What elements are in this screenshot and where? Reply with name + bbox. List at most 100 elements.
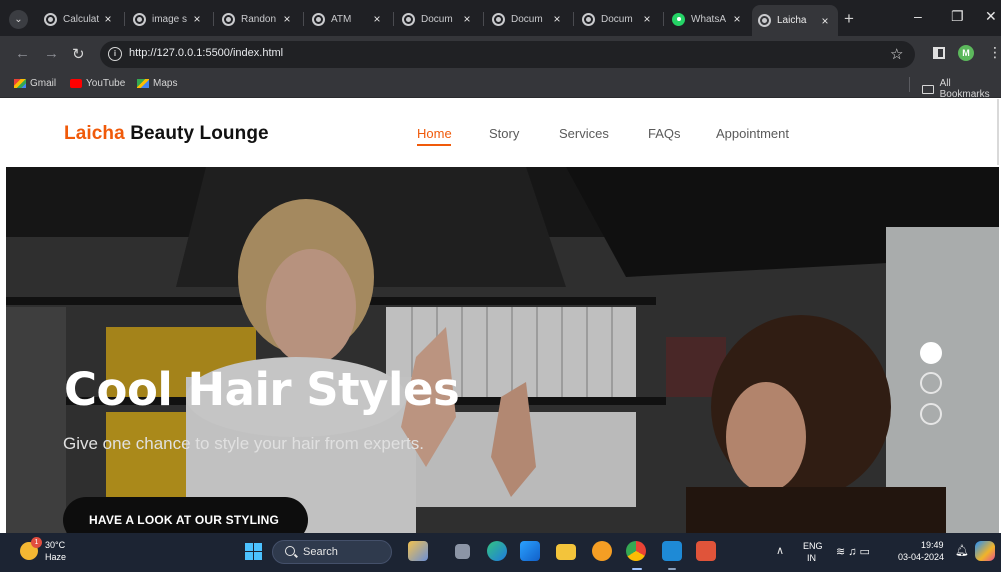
nav-home[interactable]: Home	[417, 126, 452, 141]
tab-title: WhatsA	[691, 13, 727, 25]
close-icon[interactable]: ×	[370, 12, 384, 26]
styling-cta-button[interactable]: HAVE A LOOK AT OUR STYLING	[63, 497, 308, 533]
hero-subtitle: Give one chance to style your hair from …	[63, 434, 424, 453]
nav-appointment[interactable]: Appointment	[716, 126, 789, 141]
chrome-icon[interactable]	[626, 541, 646, 561]
search-icon	[285, 546, 295, 556]
browser-tab[interactable]: ATM ×	[306, 5, 390, 33]
browser-toolbar: ← → ↻ i http://127.0.0.1:5500/index.html…	[0, 36, 1001, 72]
youtube-icon	[70, 79, 82, 88]
hero-slider: Cool Hair Styles Give one chance to styl…	[6, 167, 999, 533]
language-region[interactable]: IN	[807, 553, 816, 563]
bookmark-maps[interactable]: Maps	[137, 78, 177, 89]
restore-button[interactable]: ❐	[951, 8, 964, 25]
language-indicator[interactable]: ENG	[803, 541, 823, 551]
nav-services[interactable]: Services	[559, 126, 609, 141]
browser-tab[interactable]: Randon ×	[216, 5, 300, 33]
url-text[interactable]: http://127.0.0.1:5500/index.html	[129, 47, 283, 59]
browser-tab[interactable]: image s ×	[127, 5, 210, 33]
globe-icon	[222, 12, 235, 26]
globe-icon	[582, 12, 595, 26]
weather-app-icon[interactable]	[592, 541, 612, 561]
all-bookmarks-button[interactable]: All Bookmarks	[922, 78, 1001, 100]
tab-separator	[213, 12, 214, 26]
browser-tab[interactable]: Docum ×	[486, 5, 570, 33]
tab-separator	[663, 12, 664, 26]
bookmark-star-icon[interactable]: ☆	[890, 45, 903, 63]
close-icon[interactable]: ×	[550, 12, 564, 26]
bookmarks-bar: Gmail YouTube Maps All Bookmarks	[0, 72, 1001, 100]
task-view-icon[interactable]	[455, 544, 470, 559]
browser-tab-active[interactable]: Laicha ×	[752, 5, 838, 36]
address-bar[interactable]: i http://127.0.0.1:5500/index.html ☆	[100, 41, 915, 68]
tray-overflow-icon[interactable]: ∧	[776, 544, 784, 557]
gmail-icon	[14, 79, 26, 88]
tab-separator	[393, 12, 394, 26]
close-icon[interactable]: ×	[730, 12, 744, 26]
vscode-running-indicator	[668, 568, 676, 570]
slider-dot-1[interactable]	[920, 342, 942, 364]
site-info-icon[interactable]: i	[108, 47, 122, 61]
people-widget-icon[interactable]	[408, 541, 428, 561]
copilot-icon[interactable]	[975, 541, 995, 561]
site-logo[interactable]: Laicha Beauty Lounge	[64, 123, 269, 145]
close-icon[interactable]: ×	[280, 12, 294, 26]
weather-description[interactable]: Haze	[45, 552, 66, 562]
bookmark-gmail[interactable]: Gmail	[14, 78, 56, 89]
minimize-button[interactable]: –	[914, 8, 922, 24]
browser-tab[interactable]: Docum ×	[396, 5, 480, 33]
windows-start-icon[interactable]	[245, 543, 262, 560]
edge-icon[interactable]	[487, 541, 507, 561]
globe-icon	[758, 14, 771, 27]
wifi-volume-battery-icons[interactable]: ≋♫▭	[836, 545, 873, 558]
folder-icon	[922, 84, 934, 94]
bookmarks-divider	[909, 77, 910, 92]
all-bookmarks-label: All Bookmarks	[939, 78, 990, 100]
hero-background-image	[6, 167, 999, 533]
close-icon[interactable]: ×	[101, 12, 115, 26]
profile-avatar[interactable]: M	[958, 45, 974, 61]
taskbar-search[interactable]: Search	[272, 540, 392, 564]
globe-icon	[492, 12, 505, 26]
slider-dot-2[interactable]	[920, 372, 942, 394]
browser-tab[interactable]: Docum ×	[576, 5, 660, 33]
close-icon[interactable]: ×	[640, 12, 654, 26]
bookmark-youtube[interactable]: YouTube	[70, 78, 125, 89]
brand-text: Beauty Lounge	[130, 123, 269, 144]
new-tab-button[interactable]: +	[844, 9, 854, 29]
bookmark-label: YouTube	[86, 78, 126, 89]
file-explorer-icon[interactable]	[556, 544, 576, 560]
nav-story[interactable]: Story	[489, 126, 519, 141]
nav-faqs[interactable]: FAQs	[648, 126, 681, 141]
tab-separator	[483, 12, 484, 26]
browser-tab[interactable]: WhatsA ×	[666, 5, 750, 33]
vscode-icon[interactable]	[662, 541, 682, 561]
clock-date[interactable]: 03-04-2024	[898, 552, 944, 562]
close-icon[interactable]: ×	[190, 12, 204, 26]
globe-icon	[44, 12, 57, 26]
notification-bell-icon[interactable]: 🔔︎	[955, 544, 969, 557]
slider-dot-3[interactable]	[920, 403, 942, 425]
close-window-button[interactable]: ✕	[985, 8, 997, 25]
xampp-icon[interactable]	[696, 541, 716, 561]
more-menu-icon[interactable]: ⋮	[988, 44, 1001, 61]
close-icon[interactable]: ×	[460, 12, 474, 26]
globe-icon	[312, 12, 325, 26]
tab-title: Docum	[601, 13, 633, 25]
page-scrollbar[interactable]	[997, 99, 999, 165]
back-arrow-icon[interactable]: ←	[15, 45, 30, 62]
close-icon[interactable]: ×	[818, 14, 832, 28]
maps-icon	[137, 79, 149, 88]
tab-title: Randon	[241, 13, 277, 25]
forward-arrow-icon[interactable]: →	[44, 45, 59, 62]
globe-icon	[402, 12, 415, 26]
tab-search-icon[interactable]: ⌄	[9, 10, 28, 29]
mail-icon[interactable]	[520, 541, 540, 561]
search-label: Search	[303, 546, 338, 558]
browser-tab[interactable]: Calculat ×	[38, 5, 121, 33]
weather-temperature[interactable]: 30°C	[45, 540, 65, 550]
side-panel-icon[interactable]	[933, 47, 945, 59]
clock-time[interactable]: 19:49	[921, 540, 944, 550]
reload-icon[interactable]: ↻	[72, 45, 85, 63]
tab-separator	[303, 12, 304, 26]
